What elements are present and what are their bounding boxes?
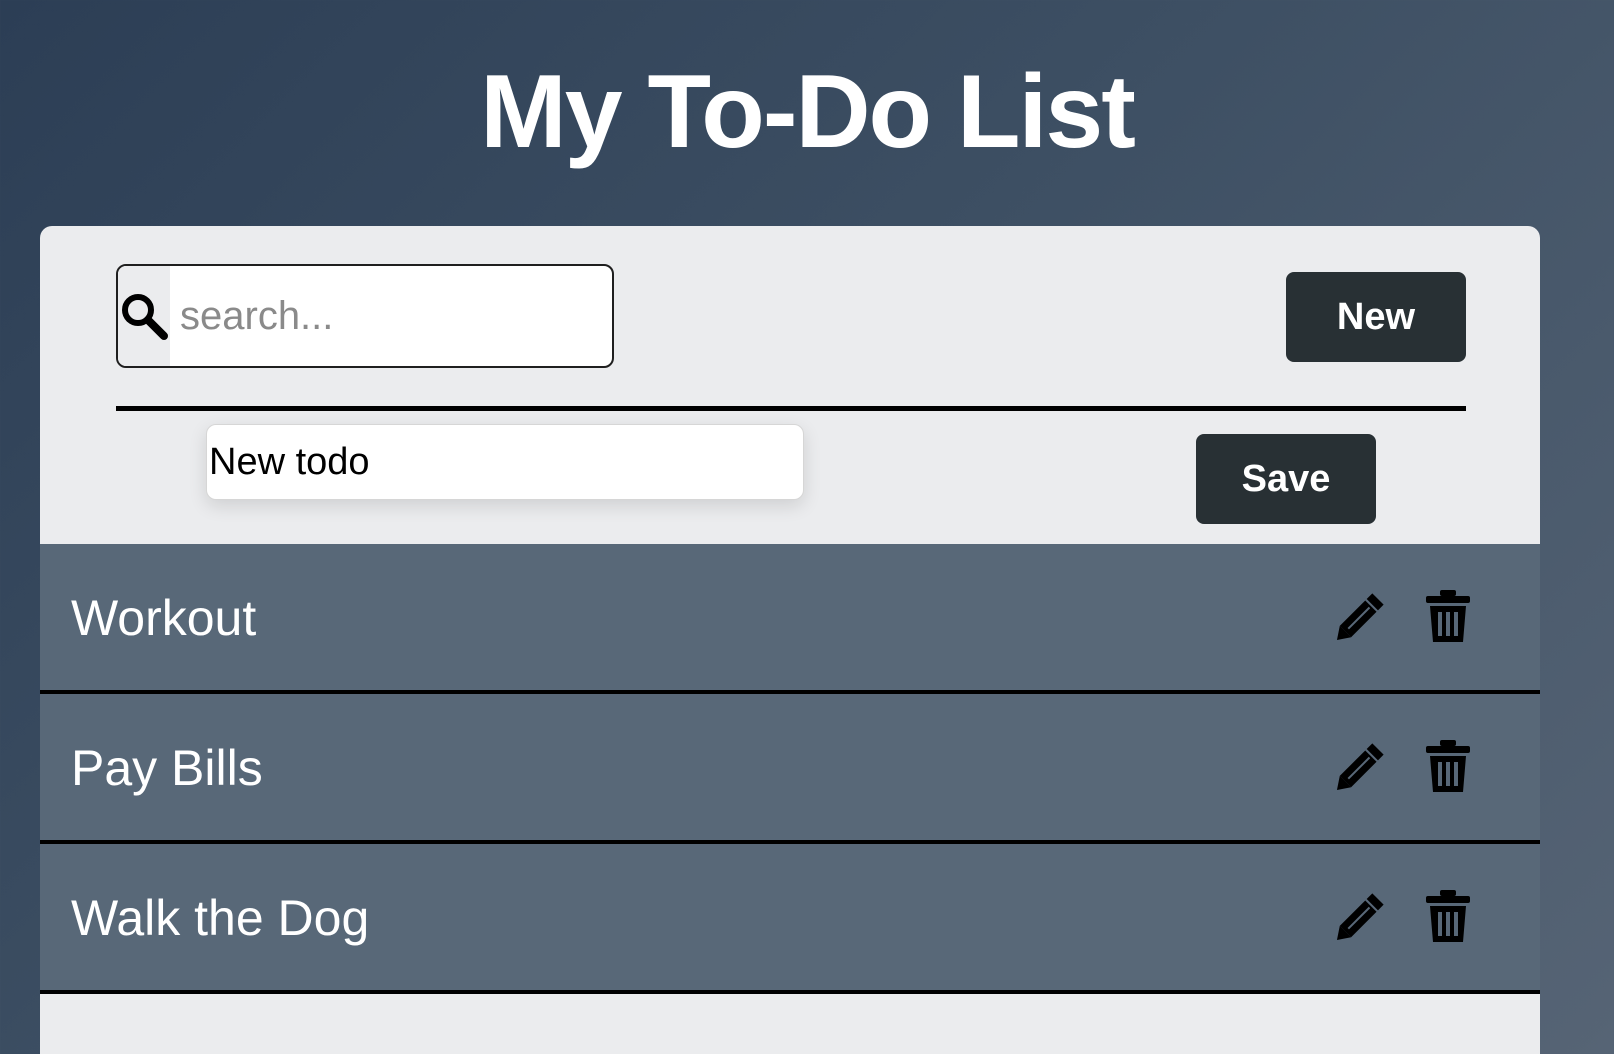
todo-row: Pay Bills	[40, 694, 1540, 844]
page-title: My To-Do List	[480, 54, 1136, 170]
todo-list: Workout Pay Bills Walk the Dog	[40, 544, 1540, 994]
search-box	[116, 264, 614, 368]
todo-label: Walk the Dog	[71, 890, 370, 946]
todo-label: Workout	[71, 590, 257, 646]
new-todo-input[interactable]	[206, 424, 804, 500]
todo-row: Workout	[40, 544, 1540, 694]
todo-row: Walk the Dog	[40, 844, 1540, 994]
todo-card: New Save Workout	[40, 226, 1540, 1054]
pencil-icon[interactable]	[1333, 738, 1389, 794]
trash-icon[interactable]	[1420, 588, 1476, 644]
todo-label: Pay Bills	[71, 740, 263, 796]
divider	[116, 406, 1466, 411]
pencil-icon[interactable]	[1333, 888, 1389, 944]
search-input[interactable]	[170, 266, 612, 366]
search-icon	[118, 266, 170, 366]
trash-icon[interactable]	[1420, 738, 1476, 794]
pencil-icon[interactable]	[1333, 588, 1389, 644]
new-button[interactable]: New	[1286, 272, 1466, 362]
save-button[interactable]: Save	[1196, 434, 1376, 524]
trash-icon[interactable]	[1420, 888, 1476, 944]
